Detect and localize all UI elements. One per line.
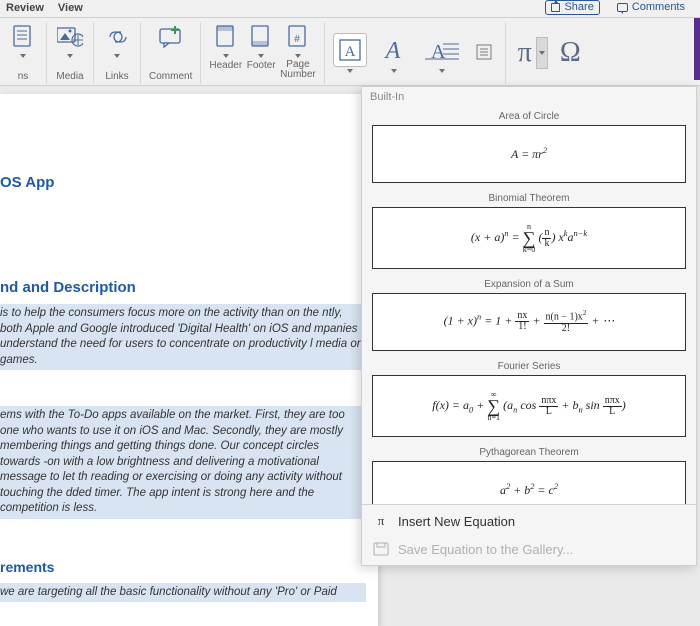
equation-item-expansion-of-a-sum[interactable]: Expansion of a Sum (1 + x)n = 1 + nx1! +… <box>372 275 686 351</box>
share-icon <box>551 3 560 12</box>
equation-item-preview: A = πr2 <box>372 125 686 183</box>
new-comment-icon <box>158 24 184 50</box>
page-number-icon: # <box>285 24 311 50</box>
equation-dropdown[interactable] <box>536 37 548 69</box>
page-number-button[interactable]: # <box>283 24 313 58</box>
pi-icon: π <box>372 513 390 529</box>
equation-item-binomial-theorem[interactable]: Binomial Theorem (x + a)n = n∑k=0 (nk) x… <box>372 189 686 269</box>
paragraph-3: we are targeting all the basic functiona… <box>0 583 366 603</box>
equation-item-preview: (x + a)n = n∑k=0 (nk) xkan−k <box>372 207 686 269</box>
equation-item-preview: f(x) = a0 + ∞∑n=1 (an cos nπxL + bn sin … <box>372 375 686 437</box>
svg-text:A: A <box>344 44 355 60</box>
tab-review[interactable]: Review <box>6 2 44 17</box>
ribbon-edge <box>694 18 700 80</box>
header-label: Header <box>209 58 242 71</box>
media-button[interactable] <box>55 24 85 58</box>
equation-item-title: Area of Circle <box>372 107 686 125</box>
equation-item-title: Binomial Theorem <box>372 189 686 207</box>
insert-new-equation-label: Insert New Equation <box>398 514 515 529</box>
links-button[interactable] <box>102 24 132 58</box>
footer-label: Footer <box>247 58 276 71</box>
media-label: Media <box>56 69 83 82</box>
more-icon <box>475 43 495 63</box>
equation-item-area-of-circle[interactable]: Area of Circle A = πr2 <box>372 107 686 183</box>
tab-view[interactable]: View <box>58 2 83 17</box>
title-tab-bar: Review View Share Comments <box>0 0 700 18</box>
equation-gallery-list[interactable]: Area of Circle A = πr2 Binomial Theorem … <box>362 107 696 504</box>
truncated-group-label: ns <box>18 69 29 82</box>
equation-item-preview: (1 + x)n = 1 + nx1! + n(n − 1)x22! + ⋯ <box>372 293 686 351</box>
ribbon-group-links: Links <box>94 22 141 84</box>
footer-icon <box>248 24 274 50</box>
save-equation-label: Save Equation to the Gallery... <box>398 542 573 557</box>
equation-item-fourier-series[interactable]: Fourier Series f(x) = a0 + ∞∑n=1 (an cos… <box>372 357 686 437</box>
save-icon <box>372 541 390 557</box>
page-icon <box>10 24 36 50</box>
equation-item-title: Pythagorean Theorem <box>372 443 686 461</box>
ribbon-group-symbols: π Ω <box>506 22 589 84</box>
svg-text:A: A <box>383 38 400 64</box>
equation-gallery-header: Built-In <box>362 87 696 107</box>
insert-new-equation[interactable]: π Insert New Equation <box>362 507 696 535</box>
wordart-icon: A <box>379 36 409 64</box>
equation-item-title: Fourier Series <box>372 357 686 375</box>
ribbon-group-textbox: A A A <box>325 22 506 84</box>
truncated-button[interactable] <box>8 24 38 58</box>
symbol-button[interactable]: Ω <box>560 37 581 69</box>
svg-text:#: # <box>294 34 300 45</box>
page-number-label: Page Number <box>280 58 316 80</box>
comments-label: Comments <box>632 1 685 14</box>
drop-cap-button[interactable]: A <box>421 33 463 67</box>
equation-gallery-footer: π Insert New Equation Save Equation to t… <box>362 504 696 565</box>
links-label: Links <box>105 69 128 82</box>
comments-button[interactable]: Comments <box>612 0 690 15</box>
link-icon <box>104 24 130 50</box>
omega-icon: Ω <box>560 37 581 68</box>
share-label: Share <box>564 1 593 14</box>
save-equation-to-gallery: Save Equation to the Gallery... <box>362 535 696 563</box>
footer-button[interactable] <box>246 24 276 58</box>
ribbon-group-comment: Comment <box>141 22 201 84</box>
text-tools-more[interactable] <box>473 36 497 70</box>
drop-cap-icon: A <box>423 38 461 62</box>
header-icon <box>213 24 239 50</box>
heading-3: rements <box>0 559 366 575</box>
paragraph-1: is to help the consumers focus more on t… <box>0 304 366 370</box>
comment-icon <box>617 3 628 12</box>
paragraph-2: ems with the To-Do apps available on the… <box>0 406 366 519</box>
header-button[interactable] <box>211 24 241 58</box>
pi-icon: π <box>518 37 532 69</box>
equation-item-title: Expansion of a Sum <box>372 275 686 293</box>
equation-gallery-panel: Built-In Area of Circle A = πr2 Binomial… <box>361 86 697 566</box>
text-box-button[interactable]: A <box>333 33 367 67</box>
equation-item-preview: a2 + b2 = c2 <box>372 461 686 504</box>
document-page[interactable]: OS App nd and Description is to help the… <box>0 94 378 626</box>
share-button[interactable]: Share <box>545 0 599 15</box>
wordart-button[interactable]: A <box>377 33 411 67</box>
equation-button[interactable]: π <box>514 37 552 69</box>
comment-label: Comment <box>149 69 192 82</box>
text-box-icon: A <box>339 39 361 61</box>
media-icon <box>57 24 83 50</box>
heading-2: nd and Description <box>0 279 366 296</box>
comment-button[interactable] <box>156 24 186 50</box>
ribbon: ns Media Links <box>0 18 700 86</box>
ribbon-group-header-footer: Header Footer # Page Number <box>201 22 324 84</box>
heading-1: OS App <box>0 174 366 191</box>
ribbon-group-media: Media <box>47 22 94 84</box>
equation-item-pythagorean-theorem[interactable]: Pythagorean Theorem a2 + b2 = c2 <box>372 443 686 504</box>
ribbon-group-truncated: ns <box>0 22 47 84</box>
